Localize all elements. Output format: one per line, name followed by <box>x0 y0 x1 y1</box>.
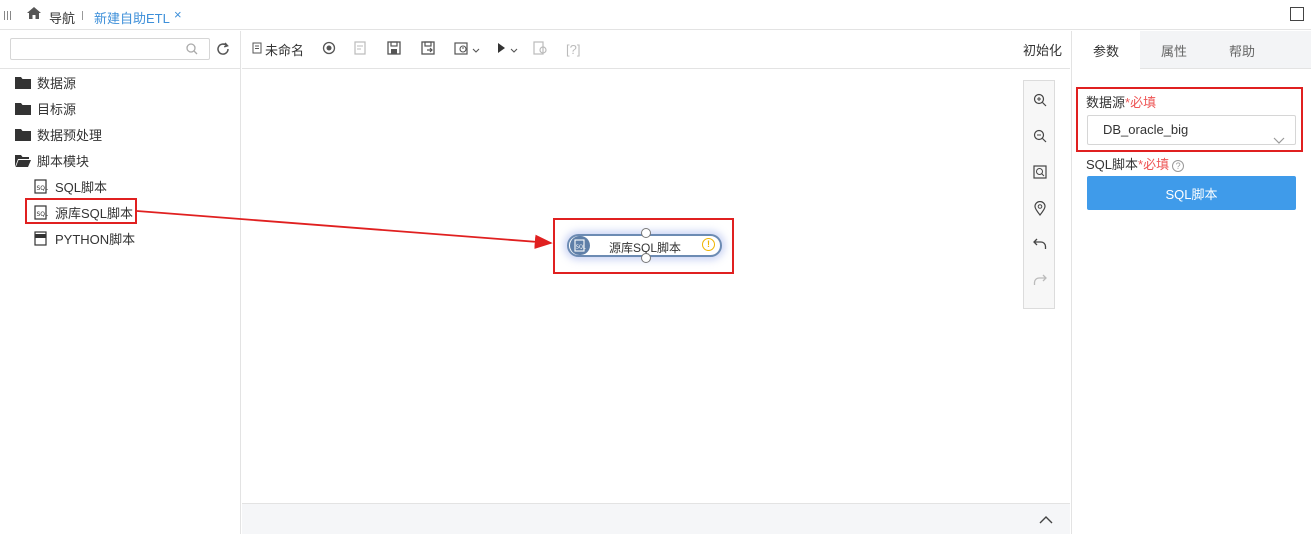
annotation-arrow <box>136 210 553 249</box>
